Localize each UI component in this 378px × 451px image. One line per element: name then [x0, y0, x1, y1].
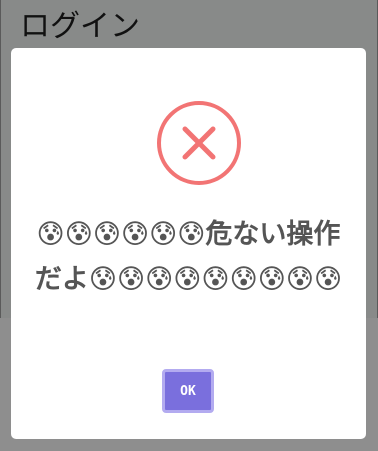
error-icon — [156, 100, 242, 186]
ok-button[interactable]: OK — [162, 369, 214, 413]
login-screen: ログイン 😰😰😰😰😰😰危ない操作だよ😰😰😰😰😰😰😰😰😰 OK — [0, 0, 378, 451]
dialog-message: 😰😰😰😰😰😰危ない操作だよ😰😰😰😰😰😰😰😰😰 — [34, 219, 343, 295]
alert-dialog: 😰😰😰😰😰😰危ない操作だよ😰😰😰😰😰😰😰😰😰 OK — [11, 48, 366, 439]
